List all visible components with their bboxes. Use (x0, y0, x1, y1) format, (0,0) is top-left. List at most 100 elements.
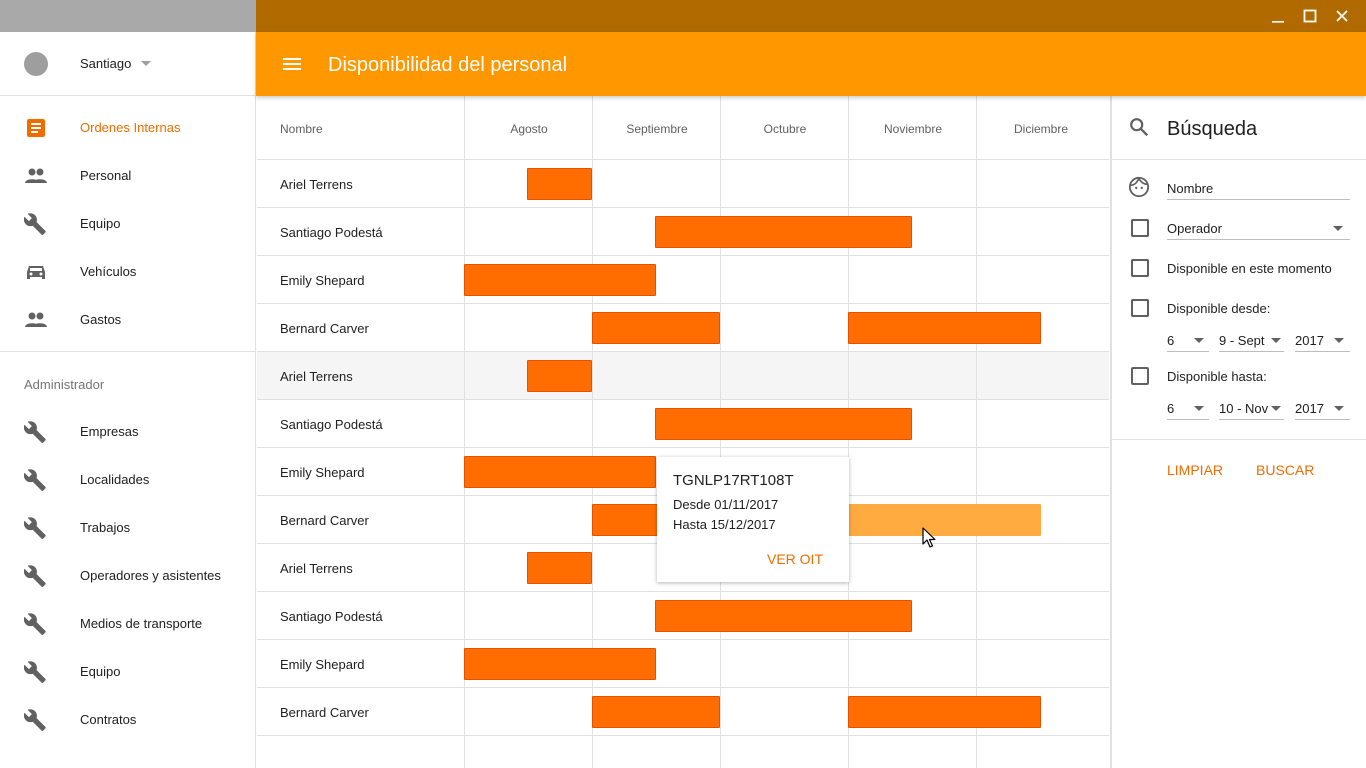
sidebar-item-ordenes-internas[interactable]: Ordenes Internas (0, 104, 256, 152)
column-header-month: Noviembre (883, 122, 943, 136)
sidebar-item-label: Medios de transporte (80, 616, 203, 631)
available-now-checkbox[interactable] (1131, 259, 1149, 277)
availability-bar[interactable] (655, 408, 912, 440)
sidebar-item-gastos[interactable]: Gastos (0, 296, 256, 344)
table-row[interactable]: Ariel Terrens (257, 160, 1109, 208)
name-field[interactable]: Nombre (1167, 181, 1213, 196)
wrench-icon (24, 421, 46, 443)
availability-bar[interactable] (527, 360, 592, 392)
search-divider (1112, 159, 1366, 160)
row-name: Ariel Terrens (280, 561, 353, 576)
table-row[interactable]: Emily Shepard (257, 256, 1109, 304)
available-to-checkbox[interactable] (1131, 367, 1149, 385)
from-year-select[interactable]: 2017 (1295, 333, 1324, 348)
sidebar-item-label: Trabajos (80, 520, 131, 535)
order-start-date: Desde 01/11/2017 (673, 497, 779, 512)
titlebar-sidebar-area (0, 0, 256, 32)
sidebar-item-equipo[interactable]: Equipo (0, 200, 256, 248)
user-menu[interactable]: Santiago (0, 32, 256, 96)
clear-button[interactable]: LIMPIAR (1167, 462, 1223, 478)
availability-bar[interactable] (464, 264, 656, 296)
availability-bar[interactable] (527, 168, 592, 200)
column-header-nombre: Nombre (280, 122, 323, 136)
to-day-select[interactable]: 6 (1167, 401, 1174, 416)
sidebar-item-contratos[interactable]: Contratos (0, 696, 256, 744)
availability-bar[interactable] (527, 552, 592, 584)
view-order-button[interactable]: VER OIT (767, 551, 823, 567)
availability-table: Nombre Agosto Septiembre Octubre Noviemb… (257, 96, 1109, 768)
chevron-down-icon[interactable] (1334, 406, 1344, 411)
sidebar-item-personal[interactable]: Personal (0, 152, 256, 200)
row-name: Emily Shepard (280, 465, 365, 480)
sidebar-item-label: Operadores y asistentes (80, 568, 221, 583)
avatar[interactable] (24, 52, 48, 76)
sidebar-item-label: Ordenes Internas (80, 120, 181, 135)
sidebar-item-label: Equipo (80, 664, 121, 679)
column-header-month: Octubre (763, 122, 807, 136)
availability-bar[interactable] (655, 600, 912, 632)
menu-icon[interactable] (280, 52, 304, 76)
from-day-select[interactable]: 6 (1167, 333, 1174, 348)
availability-bar[interactable] (848, 312, 1041, 344)
operator-checkbox[interactable] (1131, 219, 1149, 237)
search-button[interactable]: BUSCAR (1256, 462, 1314, 478)
sidebar-item-operadores[interactable]: Operadores y asistentes (0, 552, 256, 600)
search-divider (1112, 439, 1366, 440)
wrench-icon (24, 469, 46, 491)
chevron-down-icon[interactable] (1194, 406, 1204, 411)
order-end-date: Hasta 15/12/2017 (673, 517, 776, 532)
role-select-underline (1167, 239, 1350, 240)
sidebar-item-label: Vehículos (80, 264, 137, 279)
sidebar-divider (0, 351, 256, 352)
chevron-down-icon[interactable] (1334, 338, 1344, 343)
sidebar-item-label: Empresas (80, 424, 139, 439)
close-icon[interactable] (1326, 0, 1358, 32)
select-underline (1219, 419, 1284, 420)
sidebar-item-label: Localidades (80, 472, 150, 487)
user-name: Santiago (80, 56, 132, 71)
search-title: Búsqueda (1167, 118, 1258, 140)
role-select[interactable]: Operador (1167, 221, 1222, 236)
table-header: Nombre Agosto Septiembre Octubre Noviemb… (257, 96, 1109, 160)
chevron-down-icon[interactable] (1194, 338, 1204, 343)
chevron-down-icon[interactable] (1333, 226, 1343, 231)
sidebar-item-label: Personal (80, 168, 132, 183)
sidebar-item-vehiculos[interactable]: Vehículos (0, 248, 256, 296)
availability-bar[interactable] (655, 216, 912, 248)
window-titlebar (0, 0, 1366, 32)
availability-bar[interactable] (592, 696, 720, 728)
availability-bar[interactable] (464, 648, 656, 680)
to-month-select[interactable]: 10 - Nov (1219, 401, 1268, 416)
availability-bar[interactable] (848, 696, 1041, 728)
table-row[interactable]: Emily Shepard (257, 640, 1109, 688)
maximize-icon[interactable] (1294, 0, 1326, 32)
sidebar-item-equipo-admin[interactable]: Equipo (0, 648, 256, 696)
chevron-down-icon[interactable] (141, 61, 151, 66)
available-now-label: Disponible en este momento (1167, 261, 1332, 276)
available-from-label: Disponible desde: (1167, 301, 1271, 316)
select-underline (1167, 419, 1209, 420)
to-year-select[interactable]: 2017 (1295, 401, 1324, 416)
row-name: Ariel Terrens (280, 177, 353, 192)
available-from-checkbox[interactable] (1131, 299, 1149, 317)
from-month-select[interactable]: 9 - Sept (1219, 333, 1265, 348)
wrench-icon (24, 517, 46, 539)
table-row[interactable]: Ariel Terrens (257, 352, 1109, 400)
order-code: TGNLP17RT108T (673, 472, 794, 489)
sidebar-item-trabajos[interactable]: Trabajos (0, 504, 256, 552)
column-header-month: Diciembre (1013, 122, 1068, 136)
sidebar-item-medios-de-transporte[interactable]: Medios de transporte (0, 600, 256, 648)
document-icon (27, 119, 45, 137)
wrench-icon (24, 565, 46, 587)
availability-bar[interactable] (464, 456, 656, 488)
sidebar-item-empresas[interactable]: Empresas (0, 408, 256, 456)
column-header-month: Agosto (510, 122, 548, 136)
chevron-down-icon[interactable] (1271, 406, 1281, 411)
minimize-icon[interactable] (1262, 0, 1294, 32)
mouse-cursor-icon (922, 527, 936, 548)
row-name: Emily Shepard (280, 273, 365, 288)
availability-bar[interactable] (592, 312, 720, 344)
availability-bar-hovered[interactable] (848, 504, 1041, 536)
chevron-down-icon[interactable] (1271, 338, 1281, 343)
sidebar-item-localidades[interactable]: Localidades (0, 456, 256, 504)
